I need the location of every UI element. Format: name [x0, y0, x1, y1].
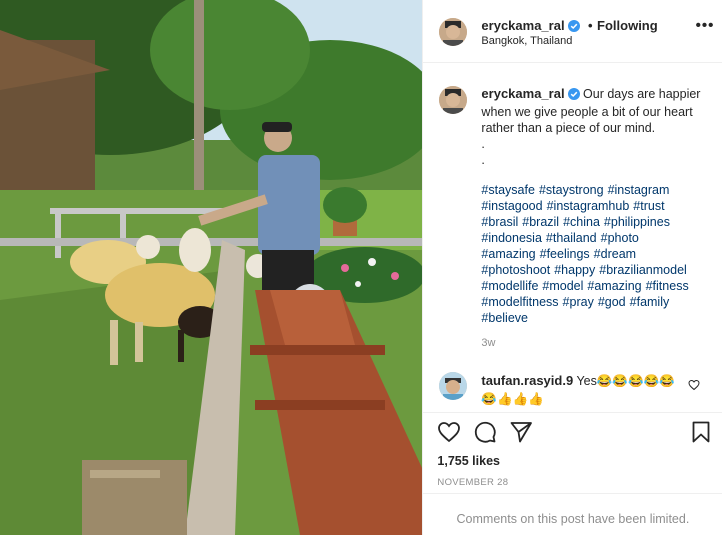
more-options-icon[interactable]: ••• — [696, 17, 715, 34]
hashtag-link[interactable]: #feelings — [540, 247, 590, 261]
paper-plane-icon[interactable] — [509, 420, 533, 449]
like-count[interactable]: 1,755 likes — [437, 454, 500, 468]
caption-dot-1: . — [481, 137, 485, 151]
caption-dot-2: . — [481, 153, 485, 167]
post-side-panel: eryckama_ral • Following Bangkok, Thaila… — [422, 0, 722, 535]
hashtag-link[interactable]: #brasil — [481, 215, 518, 229]
post-actions — [437, 420, 717, 448]
hashtag-link[interactable]: #god — [598, 295, 626, 309]
hashtag-link[interactable]: #photo — [601, 231, 639, 245]
commenter-avatar[interactable] — [439, 372, 468, 400]
footer-divider — [423, 493, 722, 494]
caption-username[interactable]: eryckama_ral — [481, 86, 564, 101]
hashtag-link[interactable]: #thailand — [546, 231, 597, 245]
hashtag-link[interactable]: #amazing — [481, 247, 535, 261]
hashtag-link[interactable]: #instagramhub — [547, 199, 630, 213]
follow-separator: • — [588, 18, 593, 33]
hashtag-link[interactable]: #instagram — [608, 183, 670, 197]
hashtag-list: #staysafe #staystrong #instagram #instagoo… — [481, 182, 711, 326]
hashtag-link[interactable]: #china — [563, 215, 600, 229]
hashtag-link[interactable]: #dream — [594, 247, 636, 261]
heart-icon[interactable] — [437, 420, 461, 449]
commenter-username[interactable]: taufan.rasyid.9 — [481, 373, 573, 388]
hashtag-link[interactable]: #staysafe — [481, 183, 535, 197]
comment-like-heart-icon[interactable] — [688, 378, 700, 396]
following-button[interactable]: Following — [597, 18, 658, 33]
comment-icon[interactable] — [473, 420, 497, 449]
author-avatar[interactable] — [439, 18, 468, 46]
hashtag-link[interactable]: #happy — [554, 263, 595, 277]
hashtag-link[interactable]: #brazil — [522, 215, 559, 229]
hashtag-link[interactable]: #modelfitness — [481, 295, 558, 309]
hashtag-link[interactable]: #instagood — [481, 199, 542, 213]
caption-author-avatar[interactable] — [439, 86, 468, 114]
hashtag-link[interactable]: #pray — [563, 295, 594, 309]
hashtag-link[interactable]: #model — [542, 279, 583, 293]
hashtag-link[interactable]: #photoshoot — [481, 263, 550, 277]
post-caption: eryckama_ral Our days are happier when w… — [481, 86, 711, 326]
hashtag-link[interactable]: #trust — [633, 199, 664, 213]
actions-divider — [423, 412, 722, 413]
verified-badge-icon — [567, 88, 580, 104]
header-title-row: eryckama_ral • Following — [481, 17, 657, 37]
author-username[interactable]: eryckama_ral — [481, 18, 564, 33]
post-location[interactable]: Bangkok, Thailand — [481, 35, 572, 47]
bookmark-icon[interactable] — [689, 420, 713, 449]
caption-age[interactable]: 3w — [481, 337, 495, 349]
hashtag-link[interactable]: #fitness — [646, 279, 689, 293]
hashtag-link[interactable]: #indonesia — [481, 231, 541, 245]
hashtag-link[interactable]: #staystrong — [539, 183, 604, 197]
comments-limited-notice: Comments on this post have been limited. — [456, 512, 690, 526]
hashtag-link[interactable]: #family — [630, 295, 670, 309]
hashtag-link[interactable]: #amazing — [587, 279, 641, 293]
hashtag-link[interactable]: #philippines — [604, 215, 670, 229]
hashtag-link[interactable]: #modellife — [481, 279, 538, 293]
post-date[interactable]: NOVEMBER 28 — [437, 477, 508, 488]
post-photo-illustration — [0, 0, 423, 535]
comment-item: taufan.rasyid.9 Yes😂😂😂😂😂😂👍👍👍 — [481, 372, 681, 408]
hashtag-link[interactable]: #brazilianmodel — [599, 263, 687, 277]
post-header: eryckama_ral • Following Bangkok, Thaila… — [423, 0, 722, 63]
hashtag-link[interactable]: #believe — [481, 311, 528, 325]
post-photo[interactable] — [0, 0, 423, 535]
instagram-post: eryckama_ral • Following Bangkok, Thaila… — [0, 0, 722, 535]
